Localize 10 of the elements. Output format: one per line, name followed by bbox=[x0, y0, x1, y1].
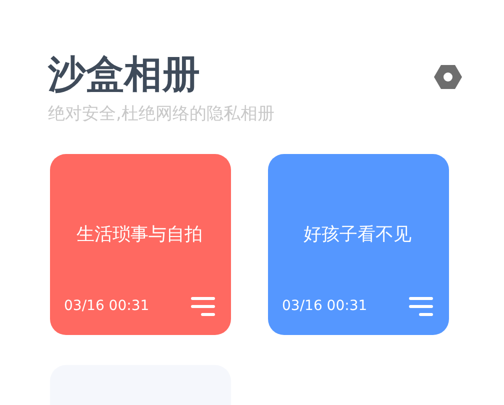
app-title: 沙盒相册 bbox=[48, 51, 201, 98]
album-time: 03/16 00:31 bbox=[282, 297, 368, 316]
album-time: 03/16 00:31 bbox=[64, 297, 150, 316]
album-name: 好孩子看不见 bbox=[304, 222, 412, 246]
album-card[interactable]: 生活琐事与自拍 03/16 00:31 bbox=[50, 154, 231, 335]
menu-icon[interactable] bbox=[191, 296, 215, 316]
album-card[interactable]: 好孩子看不见 03/16 00:31 bbox=[268, 154, 449, 335]
album-name: 生活琐事与自拍 bbox=[76, 222, 202, 246]
settings-icon[interactable] bbox=[434, 64, 462, 90]
menu-icon[interactable] bbox=[409, 296, 433, 316]
